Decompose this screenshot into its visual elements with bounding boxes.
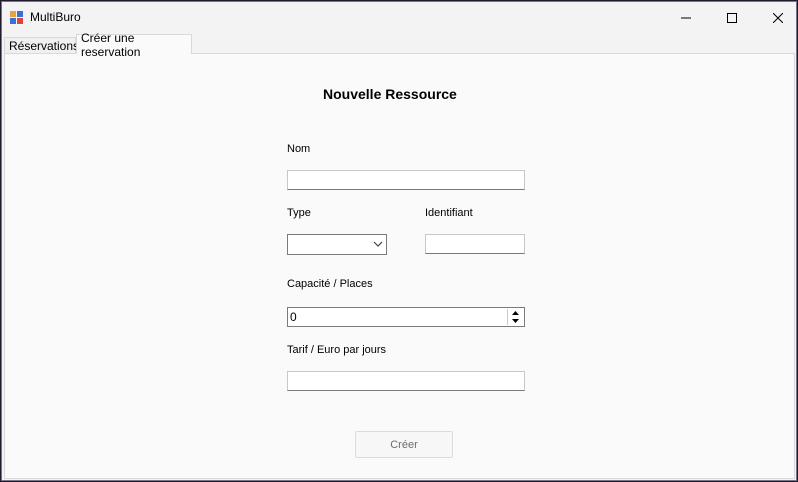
type-label: Type <box>287 207 311 219</box>
tarif-input[interactable] <box>287 371 525 391</box>
tab-page: Nouvelle Ressource Nom Type Identifiant … <box>4 53 795 479</box>
maximize-button[interactable] <box>709 2 755 34</box>
arrow-up-icon <box>512 311 519 315</box>
spin-down-button[interactable] <box>508 317 523 325</box>
type-select[interactable] <box>287 234 387 255</box>
identifiant-label: Identifiant <box>425 207 473 219</box>
maximize-icon <box>727 13 737 23</box>
identifiant-input[interactable] <box>425 234 525 254</box>
create-button[interactable]: Créer <box>355 431 453 458</box>
spin-up-button[interactable] <box>508 309 523 317</box>
form-heading: Nouvelle Ressource <box>323 86 457 102</box>
title-bar: MultiBuro <box>2 2 796 34</box>
minimize-button[interactable] <box>663 2 709 34</box>
capacite-value: 0 <box>290 310 297 324</box>
tab-strip: Réservations Créer une reservation <box>2 31 796 59</box>
capacite-label: Capacité / Places <box>287 278 373 290</box>
app-window: MultiBuro Réservations Créer une reserva… <box>1 1 797 481</box>
spin-buttons <box>507 309 523 325</box>
tab-creer-reservation[interactable]: Créer une reservation <box>76 31 192 59</box>
window-title: MultiBuro <box>30 10 81 24</box>
nom-input[interactable] <box>287 170 525 190</box>
minimize-icon <box>681 17 691 19</box>
capacite-stepper[interactable]: 0 <box>287 307 525 327</box>
close-icon <box>773 13 783 23</box>
arrow-down-icon <box>512 319 519 323</box>
close-button[interactable] <box>755 2 798 34</box>
tab-reservations[interactable]: Réservations <box>4 37 79 54</box>
chevron-down-icon <box>373 241 383 247</box>
nom-label: Nom <box>287 143 311 155</box>
app-icon <box>10 11 23 24</box>
tarif-label: Tarif / Euro par jours <box>287 344 387 356</box>
